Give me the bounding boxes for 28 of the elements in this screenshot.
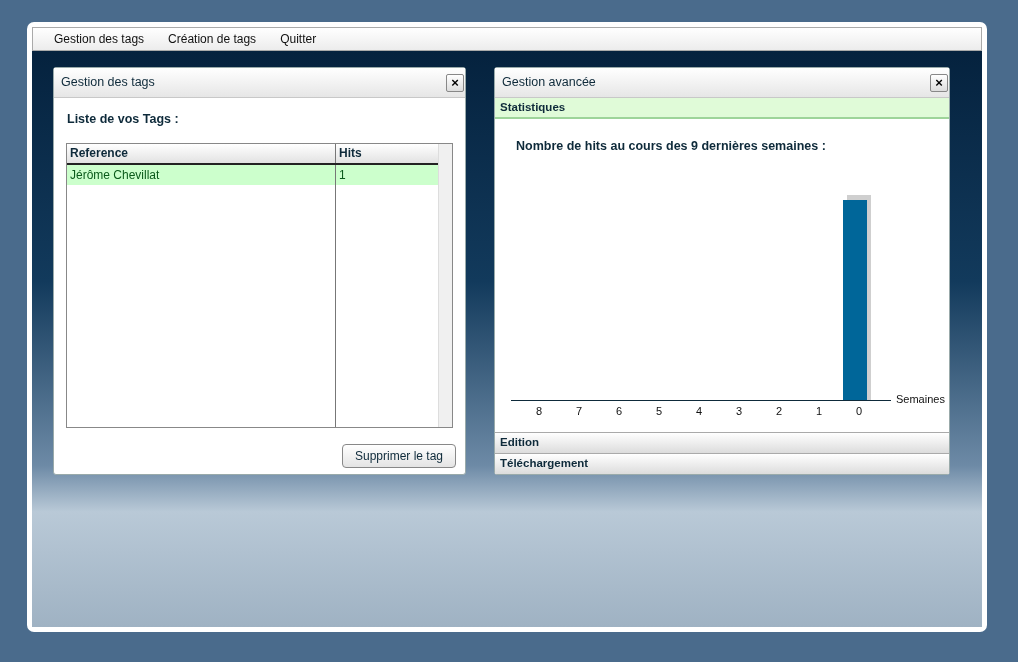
axis-tick-label: 8: [535, 405, 543, 417]
axis-tick-label: 3: [735, 405, 743, 417]
axis-tick-label: 0: [855, 405, 863, 417]
close-button[interactable]: ×: [930, 73, 948, 92]
axis-label: Semaines: [896, 393, 945, 405]
accordion-header[interactable]: Téléchargement: [495, 453, 949, 474]
axis-tick-label: 1: [815, 405, 823, 417]
menu-item[interactable]: Création de tags: [168, 30, 269, 48]
list-heading: Liste de vos Tags :: [67, 111, 180, 128]
selected-row-highlight[interactable]: Jérôme Chevillat 1: [67, 164, 438, 185]
menu-item[interactable]: Quitter: [280, 30, 329, 48]
window-title: Gestion avancée: [502, 74, 596, 92]
accordion-header[interactable]: Edition: [495, 432, 949, 453]
delete-button[interactable]: Supprimer le tag: [341, 443, 456, 468]
table-cell: Jérôme Chevillat: [67, 164, 336, 185]
axis-tick-label: 2: [775, 405, 783, 417]
axis-tick-label: 7: [575, 405, 583, 417]
column-header[interactable]: Reference: [67, 143, 336, 163]
close-button[interactable]: ×: [446, 73, 464, 92]
table-cell-text: 1: [338, 166, 347, 184]
window-title: Gestion des tags: [61, 74, 155, 92]
menu-item[interactable]: Gestion des tags: [54, 30, 157, 48]
axis-tick-label: 6: [615, 405, 623, 417]
axis-tick-label: 5: [655, 405, 663, 417]
column-header[interactable]: Hits: [336, 143, 438, 163]
accordion-header[interactable]: Statistiques: [495, 98, 949, 119]
axis-tick-label: 4: [695, 405, 703, 417]
chart-title: Nombre de hits au cours des 9 dernières semaines :: [515, 138, 827, 155]
